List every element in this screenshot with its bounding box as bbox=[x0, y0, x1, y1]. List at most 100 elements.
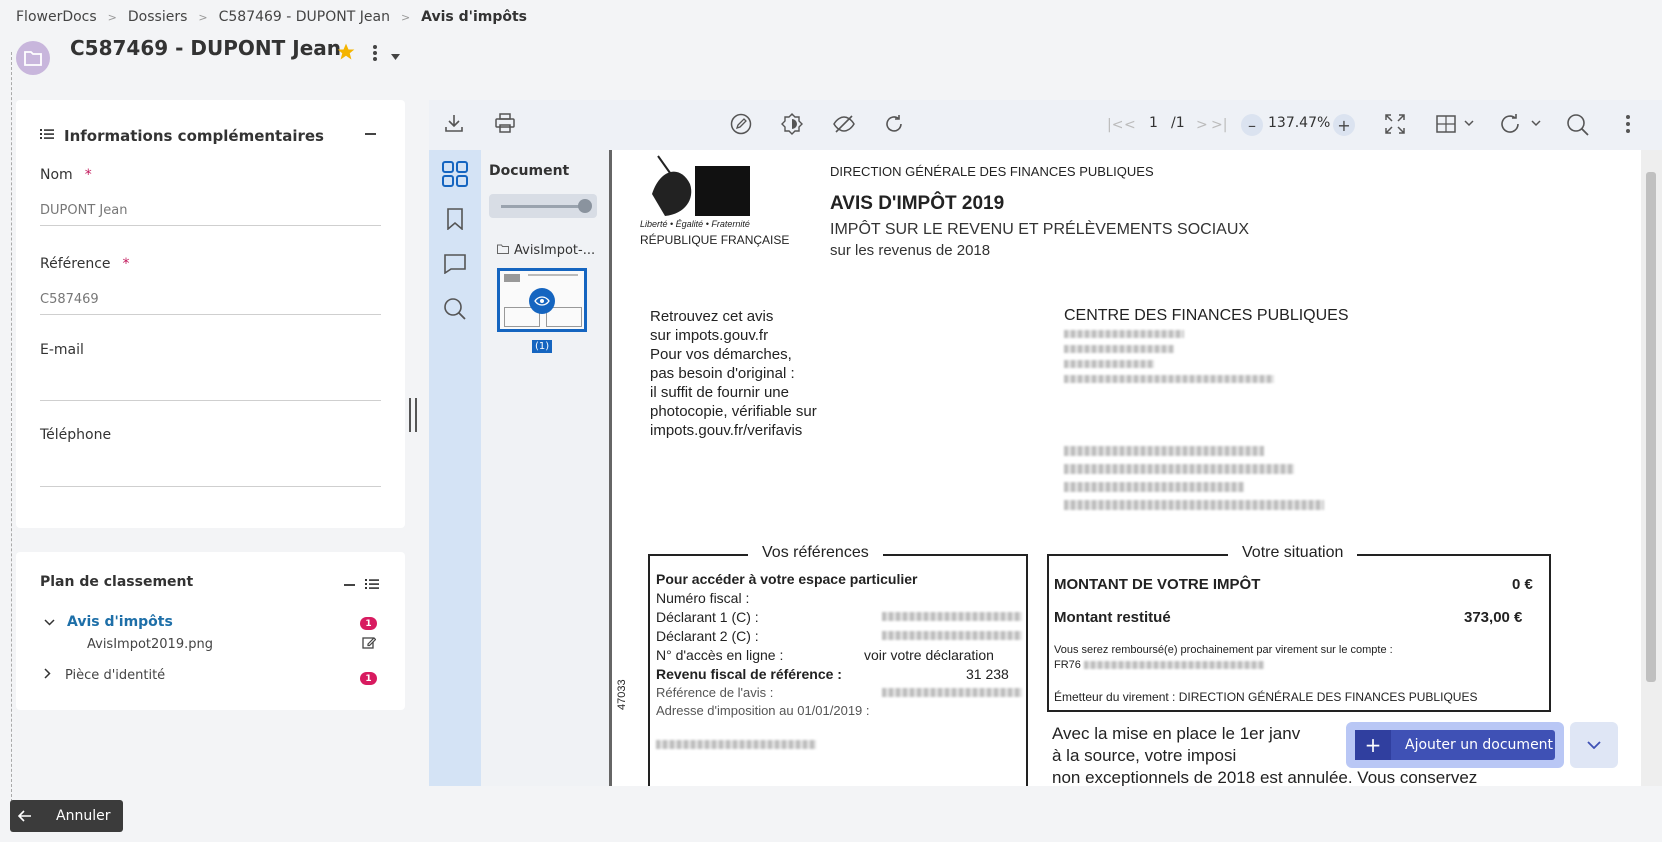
page-thumbnail[interactable] bbox=[497, 268, 587, 332]
cancel-button-label: Annuler bbox=[56, 808, 111, 824]
edit-icon[interactable] bbox=[362, 636, 377, 654]
field-underline bbox=[40, 314, 381, 315]
thumbnail-size-slider[interactable] bbox=[489, 194, 597, 218]
doc-subtitle: IMPÔT SUR LE REVENU ET PRÉLÈVEMENTS SOCI… bbox=[830, 221, 1250, 238]
info-card-title: Informations complémentaires bbox=[64, 127, 324, 145]
vos-references-title: Vos références bbox=[748, 544, 883, 562]
field-underline bbox=[40, 400, 381, 401]
redacted-text bbox=[1064, 446, 1264, 456]
arrow-left-icon bbox=[10, 810, 40, 822]
slider-knob[interactable] bbox=[578, 199, 592, 213]
document-file-label[interactable]: AvisImpot-... bbox=[514, 243, 595, 258]
centre-title: CENTRE DES FINANCES PUBLIQUES bbox=[1064, 307, 1349, 324]
document-scrollbar[interactable] bbox=[1641, 150, 1662, 786]
tree-item-label[interactable]: Avis d'impôts bbox=[67, 614, 173, 630]
tree-item-file[interactable]: AvisImpot2019.png bbox=[87, 637, 213, 652]
first-page-icon[interactable]: |< bbox=[1107, 117, 1123, 133]
field-telephone-input[interactable] bbox=[40, 463, 381, 483]
search-icon[interactable] bbox=[441, 295, 469, 323]
thumbnails-panel: Document AvisImpot-... (1) bbox=[481, 150, 609, 786]
zoom-in-button[interactable]: + bbox=[1333, 114, 1355, 136]
last-page-icon[interactable]: >| bbox=[1211, 117, 1227, 133]
more-options-icon[interactable] bbox=[372, 44, 378, 66]
collapse-icon[interactable] bbox=[365, 133, 376, 135]
tree-item-label[interactable]: Pièce d'identité bbox=[65, 668, 165, 683]
breadcrumb-item-dossiers[interactable]: Dossiers bbox=[128, 9, 188, 25]
document-file-item[interactable]: AvisImpot-... bbox=[497, 243, 595, 258]
chevron-down-icon[interactable] bbox=[44, 615, 55, 630]
ref-row: N° d'accès en ligne : bbox=[656, 647, 784, 663]
thumbnails-grid-icon[interactable] bbox=[441, 160, 469, 188]
votre-situation-title: Votre situation bbox=[1228, 544, 1358, 562]
fullscreen-icon[interactable] bbox=[1384, 113, 1406, 135]
redacted-text bbox=[1064, 464, 1294, 474]
field-underline bbox=[40, 486, 381, 487]
redacted-text bbox=[1064, 375, 1274, 383]
redacted-text bbox=[1064, 482, 1244, 492]
collapse-icon[interactable] bbox=[344, 584, 355, 586]
tree-item-avis-impots[interactable]: Avis d'impôts bbox=[44, 614, 173, 630]
redacted-text bbox=[882, 688, 1022, 697]
folder-icon bbox=[497, 243, 509, 258]
download-icon[interactable] bbox=[443, 112, 465, 134]
side-code: 47033 bbox=[616, 679, 628, 710]
tree-item-piece-identite[interactable]: Pièce d'identité bbox=[44, 668, 165, 683]
field-underline bbox=[40, 225, 381, 226]
redacted-text bbox=[656, 740, 816, 749]
breadcrumb-item-current: Avis d'impôts bbox=[421, 9, 527, 25]
zoom-out-button[interactable]: – bbox=[1241, 114, 1263, 136]
field-label-nom: Nom * bbox=[40, 167, 92, 183]
info-card-header: Informations complémentaires bbox=[40, 124, 324, 148]
next-page-icon[interactable]: > bbox=[1196, 117, 1208, 133]
search-icon[interactable] bbox=[1566, 113, 1590, 137]
contrast-icon[interactable] bbox=[781, 113, 803, 135]
page-total: /1 bbox=[1171, 115, 1185, 131]
viewer-toolbar bbox=[429, 100, 1662, 150]
plan-card-title: Plan de classement bbox=[40, 574, 194, 590]
redacted-text bbox=[882, 631, 1022, 640]
ref-value: voir votre déclaration bbox=[864, 647, 994, 663]
eye-icon[interactable] bbox=[529, 288, 555, 314]
more-options-icon[interactable] bbox=[1625, 113, 1631, 135]
thumb-logo bbox=[504, 274, 520, 282]
refresh-icon[interactable] bbox=[883, 113, 905, 135]
chevron-right-icon[interactable] bbox=[44, 668, 51, 683]
cancel-button[interactable]: Annuler bbox=[10, 800, 123, 832]
print-icon[interactable] bbox=[494, 112, 516, 134]
field-reference-input[interactable]: C587469 bbox=[40, 292, 99, 307]
field-nom-input[interactable]: DUPONT Jean bbox=[40, 203, 127, 218]
field-label-telephone: Téléphone bbox=[40, 427, 112, 443]
annotate-icon[interactable] bbox=[730, 113, 752, 135]
ref-row: Déclarant 2 (C) : bbox=[656, 628, 759, 644]
add-document-label: Ajouter un document bbox=[1405, 737, 1554, 753]
add-document-button[interactable]: + Ajouter un document bbox=[1355, 730, 1555, 760]
ref-row: Revenu fiscal de référence : bbox=[656, 666, 842, 682]
panel-resize-handle[interactable] bbox=[409, 398, 417, 432]
caret-down-icon[interactable] bbox=[391, 49, 400, 64]
scrollbar-thumb[interactable] bbox=[1646, 172, 1656, 682]
favorite-star-icon[interactable] bbox=[336, 42, 356, 66]
comment-icon[interactable] bbox=[441, 250, 469, 278]
montant-label: MONTANT DE VOTRE IMPÔT bbox=[1054, 576, 1261, 593]
zoom-level: 137.47% bbox=[1268, 115, 1331, 131]
ref-row: Déclarant 1 (C) : bbox=[656, 609, 759, 625]
hide-annotations-icon[interactable] bbox=[832, 113, 856, 135]
field-email-input[interactable] bbox=[40, 378, 381, 398]
fit-page-icon[interactable] bbox=[1435, 113, 1475, 135]
breadcrumb-item-home[interactable]: FlowerDocs bbox=[16, 9, 97, 25]
rotate-icon[interactable] bbox=[1500, 113, 1544, 135]
page-current-input[interactable]: 1 bbox=[1149, 115, 1158, 131]
montant-value: 0 € bbox=[1512, 576, 1533, 593]
tree-file-label[interactable]: AvisImpot2019.png bbox=[87, 637, 213, 652]
prev-page-icon[interactable]: < bbox=[1124, 117, 1136, 133]
folder-icon bbox=[16, 41, 50, 75]
bookmark-icon[interactable] bbox=[441, 205, 469, 233]
thumb-line bbox=[528, 274, 578, 276]
breadcrumb-item-folder[interactable]: C587469 - DUPONT Jean bbox=[219, 9, 390, 25]
expand-actions-button[interactable] bbox=[1570, 722, 1618, 768]
redacted-text bbox=[1064, 345, 1174, 353]
ref-row: Numéro fiscal : bbox=[656, 590, 750, 606]
left-guide-line bbox=[11, 52, 12, 802]
list-icon[interactable] bbox=[365, 578, 379, 594]
iban-prefix: FR76 bbox=[1054, 659, 1081, 671]
